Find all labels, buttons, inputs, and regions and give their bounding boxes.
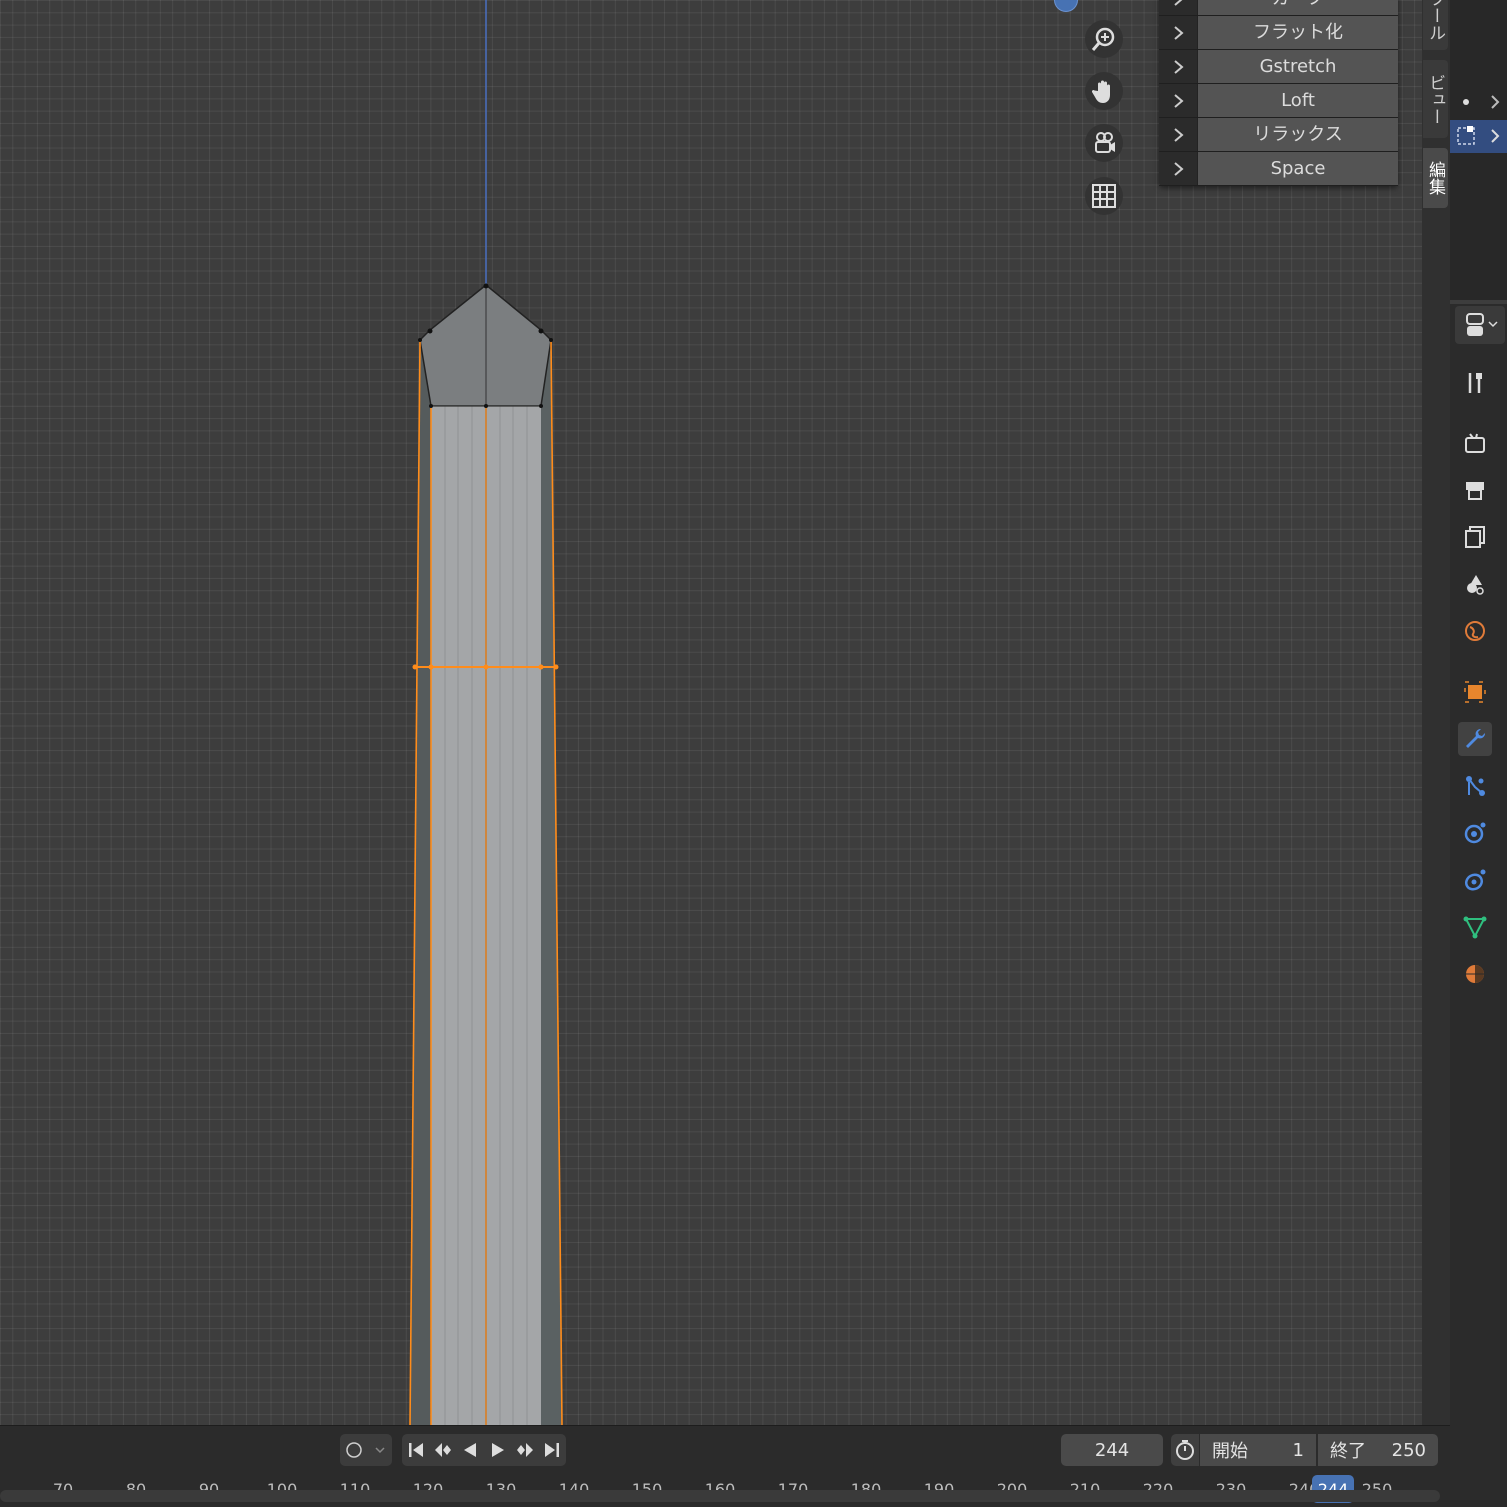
constraints-icon[interactable]: [1458, 863, 1492, 897]
outliner: [1450, 0, 1507, 300]
jump-end-icon[interactable]: [539, 1434, 566, 1466]
looptools-item[interactable]: Space: [1159, 152, 1398, 186]
looptools-item-label[interactable]: フラット化: [1198, 16, 1398, 49]
hand-pan-icon[interactable]: [1085, 72, 1123, 110]
render-icon[interactable]: [1458, 426, 1492, 460]
looptools-panel: カーブ フラット化 Gstretch Loft リラックス Space: [1159, 0, 1398, 186]
world-icon[interactable]: [1458, 614, 1492, 648]
looptools-item[interactable]: Gstretch: [1159, 50, 1398, 84]
right-side-face: [541, 340, 562, 1425]
mesh-object[interactable]: [0, 0, 1422, 1425]
left-side-face: [410, 340, 431, 1425]
looptools-item-label[interactable]: Gstretch: [1198, 50, 1398, 83]
output-icon[interactable]: [1458, 473, 1492, 507]
current-frame-field[interactable]: 244: [1061, 1434, 1163, 1466]
outliner-row[interactable]: [1450, 86, 1507, 119]
sidebar-tabs: ツール ビュー 編集: [1422, 0, 1450, 1425]
particles-icon[interactable]: [1458, 769, 1492, 803]
looptools-item[interactable]: フラット化: [1159, 16, 1398, 50]
stopwatch-icon[interactable]: [1171, 1434, 1199, 1466]
tab-view[interactable]: ビュー: [1423, 60, 1448, 138]
start-label: 開始: [1212, 1441, 1248, 1462]
looptools-item-label[interactable]: Loft: [1198, 84, 1398, 117]
properties-footer: [1450, 1425, 1507, 1507]
timeline-scrollbar[interactable]: [0, 1490, 1440, 1502]
tool-icon[interactable]: [1458, 366, 1492, 400]
keying-dropdown[interactable]: [340, 1434, 392, 1466]
view-layer-icon[interactable]: [1458, 520, 1492, 554]
end-value: 250: [1391, 1439, 1426, 1461]
jump-start-icon[interactable]: [402, 1434, 429, 1466]
outliner-row-selected[interactable]: [1450, 120, 1507, 153]
looptools-item[interactable]: リラックス: [1159, 118, 1398, 152]
play-icon[interactable]: [484, 1434, 511, 1466]
chevron-right-icon[interactable]: [1159, 84, 1198, 117]
modifier-icon[interactable]: [1458, 722, 1492, 756]
looptools-item[interactable]: カーブ: [1159, 0, 1398, 16]
chevron-right-icon[interactable]: [1159, 152, 1198, 185]
looptools-item-label[interactable]: Space: [1198, 152, 1398, 185]
scene-icon[interactable]: [1458, 567, 1492, 601]
timeline-header: 244 開始 1 終了 250: [0, 1425, 1450, 1474]
end-frame-field[interactable]: 終了 250: [1318, 1434, 1438, 1466]
chevron-right-icon[interactable]: [1159, 0, 1198, 15]
next-keyframe-icon[interactable]: [511, 1434, 538, 1466]
start-frame-field[interactable]: 開始 1: [1200, 1434, 1316, 1466]
camera-view-icon[interactable]: [1085, 124, 1123, 162]
play-reverse-icon[interactable]: [457, 1434, 484, 1466]
tab-tool[interactable]: ツール: [1423, 0, 1448, 50]
playback-controls: [402, 1434, 566, 1466]
ortho-grid-icon[interactable]: [1085, 177, 1123, 215]
tab-edit[interactable]: 編集: [1423, 148, 1448, 208]
object-icon[interactable]: [1458, 675, 1492, 709]
prev-keyframe-icon[interactable]: [429, 1434, 456, 1466]
3d-viewport[interactable]: カーブ フラット化 Gstretch Loft リラックス Space: [0, 0, 1422, 1425]
data-icon[interactable]: [1458, 910, 1492, 944]
editor-type-dropdown[interactable]: [1455, 306, 1505, 344]
chevron-right-icon[interactable]: [1159, 50, 1198, 83]
material-icon[interactable]: [1458, 957, 1492, 991]
looptools-item-label[interactable]: カーブ: [1198, 0, 1398, 15]
zoom-icon[interactable]: [1085, 20, 1123, 58]
start-value: 1: [1292, 1439, 1304, 1461]
chevron-right-icon[interactable]: [1159, 16, 1198, 49]
looptools-item-label[interactable]: リラックス: [1198, 118, 1398, 151]
physics-icon[interactable]: [1458, 816, 1492, 850]
chevron-right-icon[interactable]: [1159, 118, 1198, 151]
end-label: 終了: [1330, 1441, 1366, 1462]
looptools-item[interactable]: Loft: [1159, 84, 1398, 118]
